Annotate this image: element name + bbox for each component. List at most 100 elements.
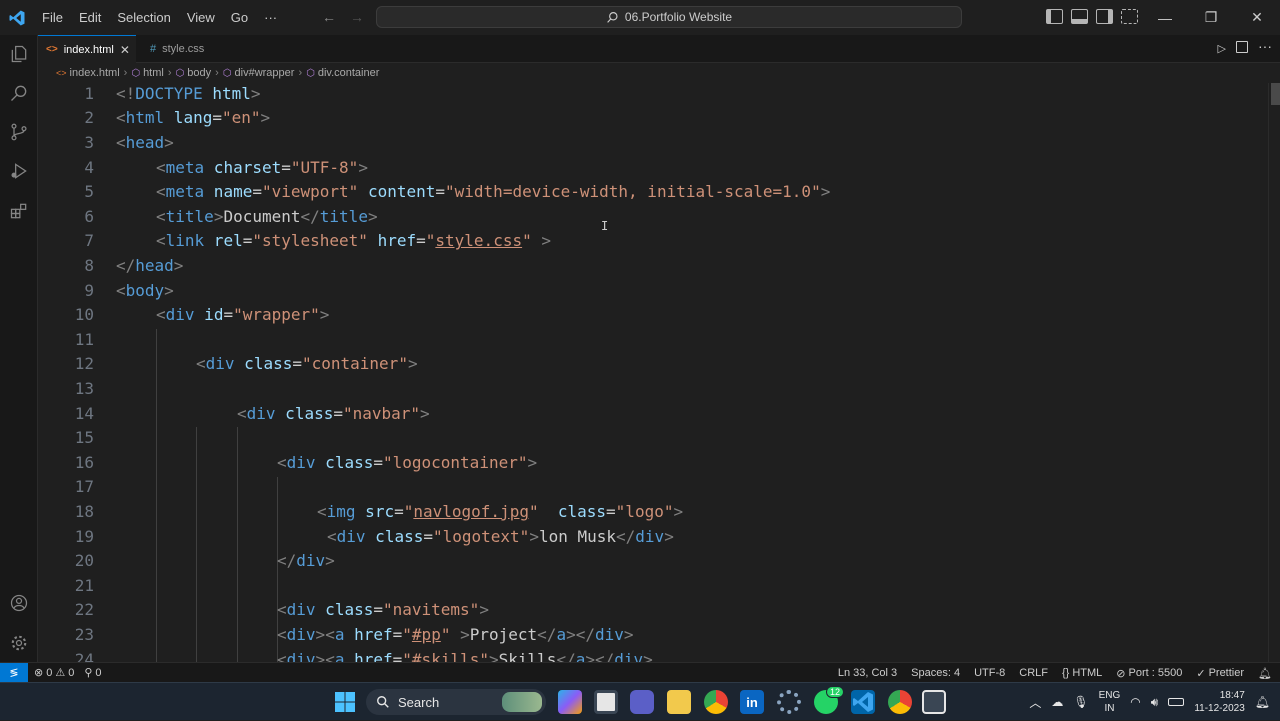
indent-guide (196, 427, 197, 662)
accounts-icon[interactable] (7, 591, 31, 615)
code-token: src (355, 501, 395, 521)
ports-indicator[interactable]: ⚲ 0 (84, 666, 101, 680)
forward-arrow-icon[interactable]: → (350, 9, 364, 25)
toggle-panel-icon[interactable] (1071, 9, 1088, 24)
breadcrumb-container[interactable]: ⬡ div.container (306, 67, 379, 79)
code-token: > (315, 624, 326, 644)
source-control-icon[interactable] (7, 120, 31, 144)
code-token: < (277, 649, 287, 662)
menu-view[interactable]: View (179, 10, 223, 25)
whatsapp-icon[interactable]: 12 (814, 686, 844, 714)
wifi-icon[interactable]: ◠ (1130, 695, 1140, 709)
notifications-bell-icon[interactable]: 🔔︎ (1258, 667, 1272, 680)
breadcrumb-body[interactable]: ⬡ body (176, 67, 212, 79)
html-file-icon: <> (46, 44, 58, 55)
language-mode[interactable]: {} HTML (1062, 667, 1102, 679)
toggle-primary-sidebar-icon[interactable] (1046, 9, 1063, 24)
manage-gear-icon[interactable] (7, 631, 31, 655)
customize-layout-icon[interactable] (1121, 9, 1138, 24)
onedrive-icon[interactable]: ☁ (1051, 695, 1063, 709)
menu-bar: File Edit Selection View Go ··· (34, 10, 285, 25)
explorer-icon[interactable] (7, 42, 31, 66)
chevron-right-icon: › (167, 67, 172, 79)
code-token: img (326, 501, 356, 521)
code-line: 15 (38, 425, 94, 450)
menu-go[interactable]: Go (223, 10, 256, 25)
breadcrumb-label: div#wrapper (234, 67, 295, 79)
cursor-position[interactable]: Ln 33, Col 3 (838, 667, 897, 679)
search-icon[interactable] (7, 81, 31, 105)
minimize-icon[interactable]: — (1142, 0, 1188, 35)
breadcrumb-file[interactable]: <> index.html (56, 67, 120, 79)
extensions-icon[interactable] (7, 199, 31, 223)
restore-icon[interactable]: ❐ (1188, 0, 1234, 35)
code-line: 18 <img src="navlogof.jpg" class="logo"> (38, 499, 683, 524)
file-explorer-icon[interactable] (667, 690, 691, 714)
toggle-secondary-sidebar-icon[interactable] (1096, 9, 1113, 24)
code-token: = (394, 501, 404, 521)
system-tray: ︿ ☁ 🎙︎ ENG IN ◠ 🔊︎ 18:47 11-12-2023 🔔︎ (1029, 683, 1280, 721)
html-file-icon: <> (56, 68, 67, 78)
more-actions-icon[interactable]: ··· (1258, 38, 1272, 54)
menu-selection[interactable]: Selection (109, 10, 178, 25)
chrome-icon[interactable] (704, 690, 728, 714)
line-number: 8 (84, 255, 94, 275)
settings-gear-icon[interactable] (777, 690, 801, 714)
tab-index-html[interactable]: <> index.html ✕ (38, 35, 136, 63)
code-editor[interactable]: 1 <!DOCTYPE html> 2 <html lang="en"> 3 <… (38, 83, 1268, 662)
prettier-status[interactable]: ✓ Prettier (1196, 667, 1244, 680)
language-indicator[interactable]: ENG IN (1099, 689, 1121, 715)
line-ending[interactable]: CRLF (1019, 667, 1048, 679)
code-token: > (173, 255, 184, 275)
code-token: charset (204, 157, 282, 177)
code-line: 13 (38, 376, 94, 401)
code-token: class (275, 403, 334, 423)
linkedin-icon[interactable]: in (740, 690, 764, 714)
image-source-link[interactable]: navlogof.jpg (413, 502, 529, 521)
code-token: > (673, 501, 684, 521)
code-token: div (296, 551, 326, 571)
code-token: </ (300, 206, 320, 226)
breadcrumb-html[interactable]: ⬡ html (131, 67, 164, 79)
taskbar-search[interactable]: Search (366, 689, 546, 715)
code-token: a (556, 624, 567, 644)
menu-file[interactable]: File (34, 10, 71, 25)
editor-scrollbar[interactable] (1268, 83, 1280, 662)
remote-indicator-icon[interactable]: ≶ (0, 662, 28, 683)
indentation[interactable]: Spaces: 4 (911, 667, 960, 679)
copilot-icon[interactable] (558, 690, 582, 714)
vscode-taskbar-icon[interactable] (851, 690, 875, 714)
system-clock[interactable]: 18:47 11-12-2023 (1194, 689, 1244, 715)
code-line: 10 <div id="wrapper"> (38, 302, 330, 327)
breadcrumb-wrapper[interactable]: ⬡ div#wrapper (223, 67, 295, 79)
menu-edit[interactable]: Edit (71, 10, 109, 25)
volume-icon[interactable]: 🔊︎ (1151, 695, 1159, 710)
menu-more[interactable]: ··· (256, 10, 285, 25)
task-view-icon[interactable] (594, 690, 618, 714)
tab-style-css[interactable]: # style.css (142, 35, 242, 63)
windows-start-icon[interactable] (333, 690, 357, 714)
problems-indicator[interactable]: ⊗ 0 ⚠ 0 (34, 666, 74, 680)
split-editor-icon[interactable] (1236, 41, 1248, 53)
encoding[interactable]: UTF-8 (974, 667, 1005, 679)
chevron-right-icon: › (215, 67, 219, 79)
chevron-up-icon[interactable]: ︿ (1029, 694, 1041, 711)
chrome-profile-icon[interactable] (888, 690, 912, 714)
back-arrow-icon[interactable]: ← (322, 9, 336, 25)
anchor-href-link[interactable]: #pp (412, 625, 441, 644)
line-number: 7 (84, 231, 94, 251)
close-tab-icon[interactable]: ✕ (120, 43, 130, 57)
live-server-port[interactable]: ⊘ Port : 5500 (1116, 667, 1182, 680)
snipping-tool-icon[interactable] (922, 690, 946, 714)
run-file-icon[interactable]: ▷ (1218, 42, 1226, 55)
anchor-href-link[interactable]: #skills (412, 650, 479, 662)
notification-bell-icon[interactable]: 🔔︎ (1255, 695, 1270, 709)
battery-icon[interactable] (1168, 698, 1185, 706)
command-center[interactable]: 06.Portfolio Website (376, 6, 962, 28)
teams-icon[interactable] (630, 690, 654, 714)
scrollbar-thumb[interactable] (1271, 83, 1280, 105)
microphone-icon[interactable]: 🎙︎ (1073, 695, 1088, 709)
close-window-icon[interactable]: ✕ (1234, 0, 1280, 35)
stylesheet-link[interactable]: style.css (435, 231, 522, 250)
run-debug-icon[interactable] (7, 159, 31, 183)
